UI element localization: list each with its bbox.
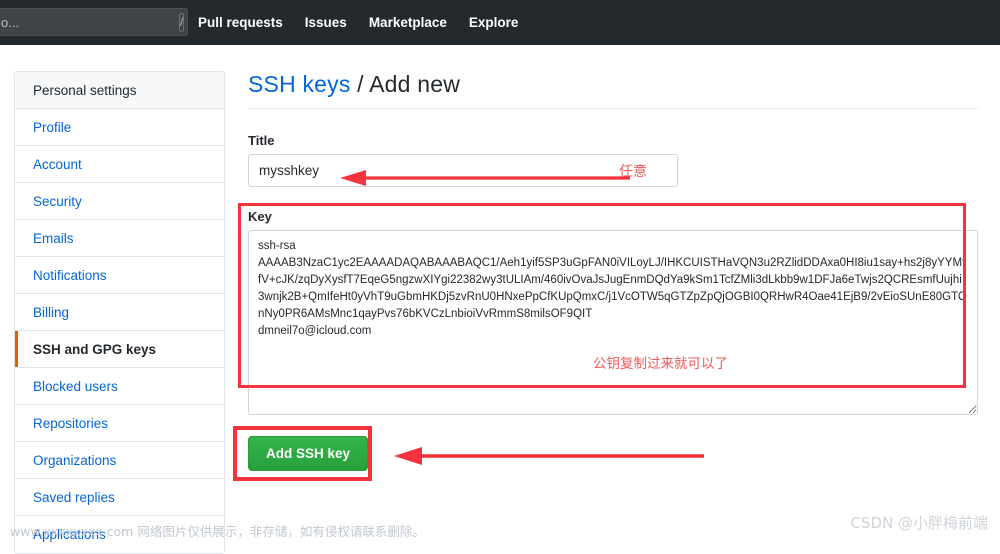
- sidebar-item-account[interactable]: Account: [15, 146, 224, 183]
- top-navigation-bar: / Pull requests Issues Marketplace Explo…: [0, 0, 1000, 45]
- search-input[interactable]: [0, 13, 179, 31]
- key-field-group: Key 公钥复制过来就可以了: [238, 203, 984, 420]
- page-title-separator: /: [350, 71, 370, 97]
- settings-sidebar: Personal settings Profile Account Securi…: [14, 71, 225, 554]
- annotation-key-note: 公钥复制过来就可以了: [593, 356, 728, 372]
- watermark-csdn: CSDN @小胖梅前端: [850, 514, 988, 532]
- page-title: SSH keys / Add new: [248, 71, 984, 108]
- watermark-bottom: www.xxxxxxxx.com 网络图片仅供展示，非存储，如有侵权请联系删除。: [10, 524, 425, 539]
- title-field-group: Title 任意: [248, 133, 984, 187]
- annotation-arrow-to-submit: [394, 447, 704, 465]
- primary-nav-links: Pull requests Issues Marketplace Explore: [198, 0, 518, 45]
- sidebar-item-ssh-and-gpg-keys[interactable]: SSH and GPG keys: [15, 331, 224, 368]
- key-textarea[interactable]: [248, 230, 978, 415]
- title-field-label: Title: [248, 133, 275, 148]
- page-title-ssh-keys-link[interactable]: SSH keys: [248, 71, 351, 97]
- sidebar-item-organizations[interactable]: Organizations: [15, 442, 224, 479]
- sidebar-item-billing[interactable]: Billing: [15, 294, 224, 331]
- sidebar-item-blocked-users[interactable]: Blocked users: [15, 368, 224, 405]
- sidebar-header: Personal settings: [15, 72, 224, 109]
- sidebar-item-repositories[interactable]: Repositories: [15, 405, 224, 442]
- sidebar-item-notifications[interactable]: Notifications: [15, 257, 224, 294]
- slash-shortcut-badge: /: [179, 12, 185, 32]
- sidebar-item-emails[interactable]: Emails: [15, 220, 224, 257]
- main-content: SSH keys / Add new Title 任意 Key 公钥复制过来就可…: [233, 71, 984, 481]
- title-input[interactable]: [248, 154, 678, 187]
- sidebar-item-security[interactable]: Security: [15, 183, 224, 220]
- submit-group: Add SSH key: [233, 426, 984, 481]
- nav-link-issues[interactable]: Issues: [305, 15, 347, 30]
- key-field-label: Key: [248, 209, 272, 224]
- title-divider: [248, 108, 978, 109]
- page-title-current: Add new: [369, 71, 461, 97]
- sidebar-item-profile[interactable]: Profile: [15, 109, 224, 146]
- nav-link-explore[interactable]: Explore: [469, 15, 519, 30]
- global-search-box[interactable]: /: [0, 8, 188, 36]
- nav-link-marketplace[interactable]: Marketplace: [369, 15, 447, 30]
- sidebar-item-saved-replies[interactable]: Saved replies: [15, 479, 224, 516]
- annotation-box-submit: [233, 426, 372, 481]
- nav-link-pull-requests[interactable]: Pull requests: [198, 15, 283, 30]
- annotation-title-note: 任意: [619, 164, 647, 180]
